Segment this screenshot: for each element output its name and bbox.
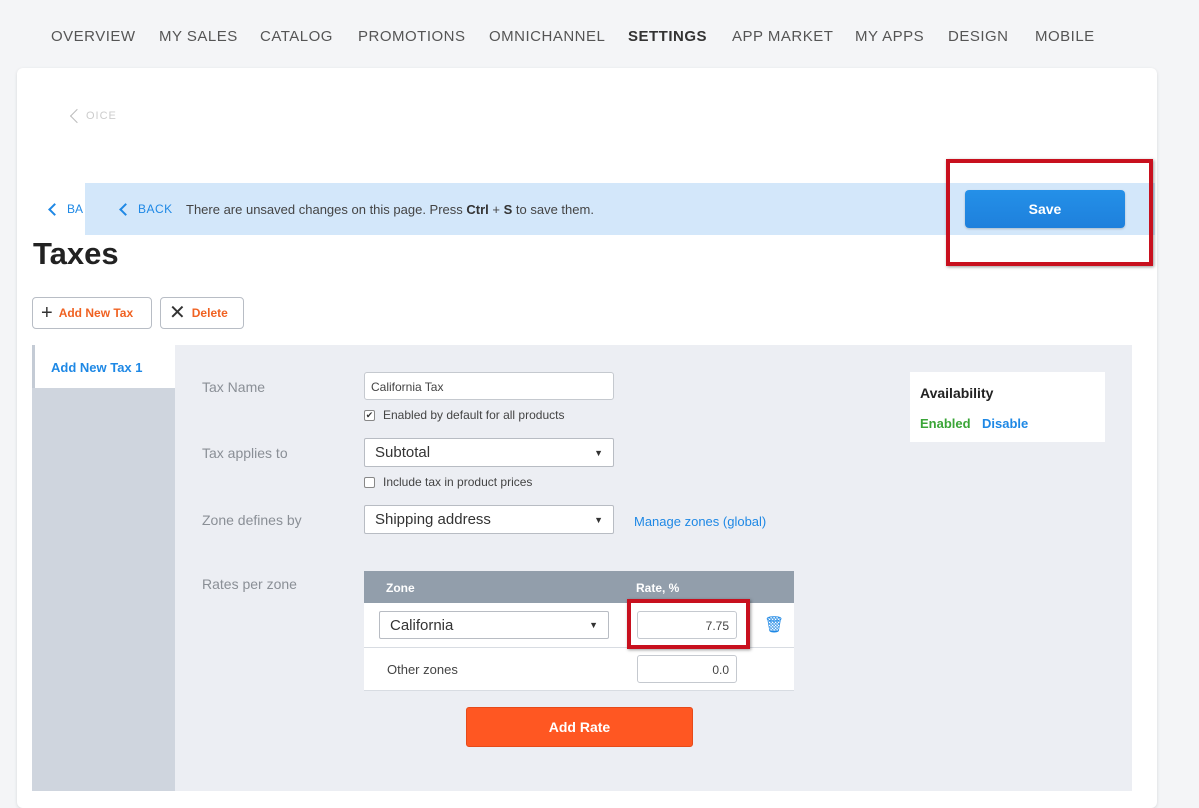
caret-down-icon: ▼ xyxy=(594,514,603,525)
close-icon: ✕ xyxy=(169,302,186,324)
back-underlay-label: BA xyxy=(67,202,84,216)
rate-input-other-zones[interactable]: 0.0 xyxy=(637,655,737,683)
tax-applies-value: Subtotal xyxy=(375,444,431,461)
unsaved-message: There are unsaved changes on this page. … xyxy=(186,202,594,217)
add-new-tax-label: Add New Tax xyxy=(58,306,134,320)
zone-column-header: Zone xyxy=(386,581,415,595)
back-link[interactable]: BACK xyxy=(119,202,173,217)
add-new-tax-button[interactable]: + Add New Tax xyxy=(32,297,152,329)
nav-settings[interactable]: SETTINGS xyxy=(628,28,707,45)
checkbox-unchecked-icon xyxy=(364,476,375,488)
back-link-underlay[interactable]: BA xyxy=(48,202,84,217)
chevron-left-icon xyxy=(69,109,85,124)
caret-down-icon: ▼ xyxy=(594,447,603,458)
availability-disable-link[interactable]: Disable xyxy=(982,416,1028,431)
chevron-left-icon xyxy=(48,203,61,217)
enabled-default-label: Enabled by default for all products xyxy=(383,408,565,422)
rate-zone-value: California xyxy=(390,616,454,634)
unsaved-message-text: There are unsaved changes on this page. … xyxy=(186,202,467,217)
chevron-left-icon xyxy=(119,203,132,217)
nav-overview[interactable]: OVERVIEW xyxy=(51,28,136,45)
rate-column-header: Rate, % xyxy=(636,581,680,595)
manage-zones-link[interactable]: Manage zones (global) xyxy=(634,514,766,529)
nav-my-sales[interactable]: MY SALES xyxy=(159,28,238,45)
rate-zone-select[interactable]: California ▼ xyxy=(379,611,609,639)
tax-applies-label: Tax applies to xyxy=(202,445,288,461)
availability-title: Availability xyxy=(920,385,994,401)
row-divider xyxy=(364,690,794,691)
caret-down-icon: ▼ xyxy=(589,620,598,630)
faded-back-label: OICE xyxy=(86,110,117,122)
page-title: Taxes xyxy=(33,236,119,271)
shortcut-key-s: S xyxy=(503,202,513,217)
tax-name-label: Tax Name xyxy=(202,379,266,395)
delete-button[interactable]: ✕ Delete xyxy=(160,297,244,329)
shortcut-plus: + xyxy=(488,202,504,217)
enabled-default-checkbox[interactable]: ✔ Enabled by default for all products xyxy=(364,408,564,422)
zone-defines-value: Shipping address xyxy=(375,511,491,528)
checkbox-checked-icon: ✔ xyxy=(364,409,375,421)
tax-list-item-selected[interactable]: Add New Tax 1 xyxy=(32,345,175,388)
nav-design[interactable]: DESIGN xyxy=(948,28,1009,45)
availability-panel: Availability Enabled Disable xyxy=(910,372,1105,442)
include-tax-label: Include tax in product prices xyxy=(383,475,533,489)
tax-applies-select[interactable]: Subtotal ▼ xyxy=(364,438,614,467)
other-zones-label: Other zones xyxy=(387,662,458,677)
faded-back-link: OICE xyxy=(69,109,117,124)
nav-catalog[interactable]: CATALOG xyxy=(260,28,333,45)
delete-label: Delete xyxy=(191,306,228,320)
top-navigation: OVERVIEW MY SALES CATALOG PROMOTIONS OMN… xyxy=(0,0,1199,68)
zone-defines-label: Zone defines by xyxy=(202,512,302,528)
nav-mobile[interactable]: MOBILE xyxy=(1035,28,1095,45)
rates-per-zone-label: Rates per zone xyxy=(202,576,297,592)
highlight-save xyxy=(946,159,1153,266)
nav-my-apps[interactable]: MY APPS xyxy=(855,28,924,45)
plus-icon: + xyxy=(41,302,53,324)
tax-name-input[interactable]: California Tax xyxy=(364,372,614,400)
back-label: BACK xyxy=(138,202,173,216)
trash-icon[interactable]: 🗑 xyxy=(764,615,784,635)
shortcut-key-ctrl: Ctrl xyxy=(466,202,489,217)
nav-omnichannel[interactable]: OMNICHANNEL xyxy=(489,28,605,45)
tax-list-sidebar: Add New Tax 1 xyxy=(32,345,175,791)
include-tax-checkbox[interactable]: Include tax in product prices xyxy=(364,475,532,489)
nav-promotions[interactable]: PROMOTIONS xyxy=(358,28,466,45)
tax-list-item-label: Add New Tax 1 xyxy=(51,360,143,375)
add-rate-button[interactable]: Add Rate xyxy=(466,707,693,747)
highlight-rate xyxy=(627,599,750,649)
unsaved-message-end: to save them. xyxy=(512,202,594,217)
availability-enabled: Enabled xyxy=(920,416,971,431)
nav-app-market[interactable]: APP MARKET xyxy=(732,28,833,45)
zone-defines-select[interactable]: Shipping address ▼ xyxy=(364,505,614,534)
